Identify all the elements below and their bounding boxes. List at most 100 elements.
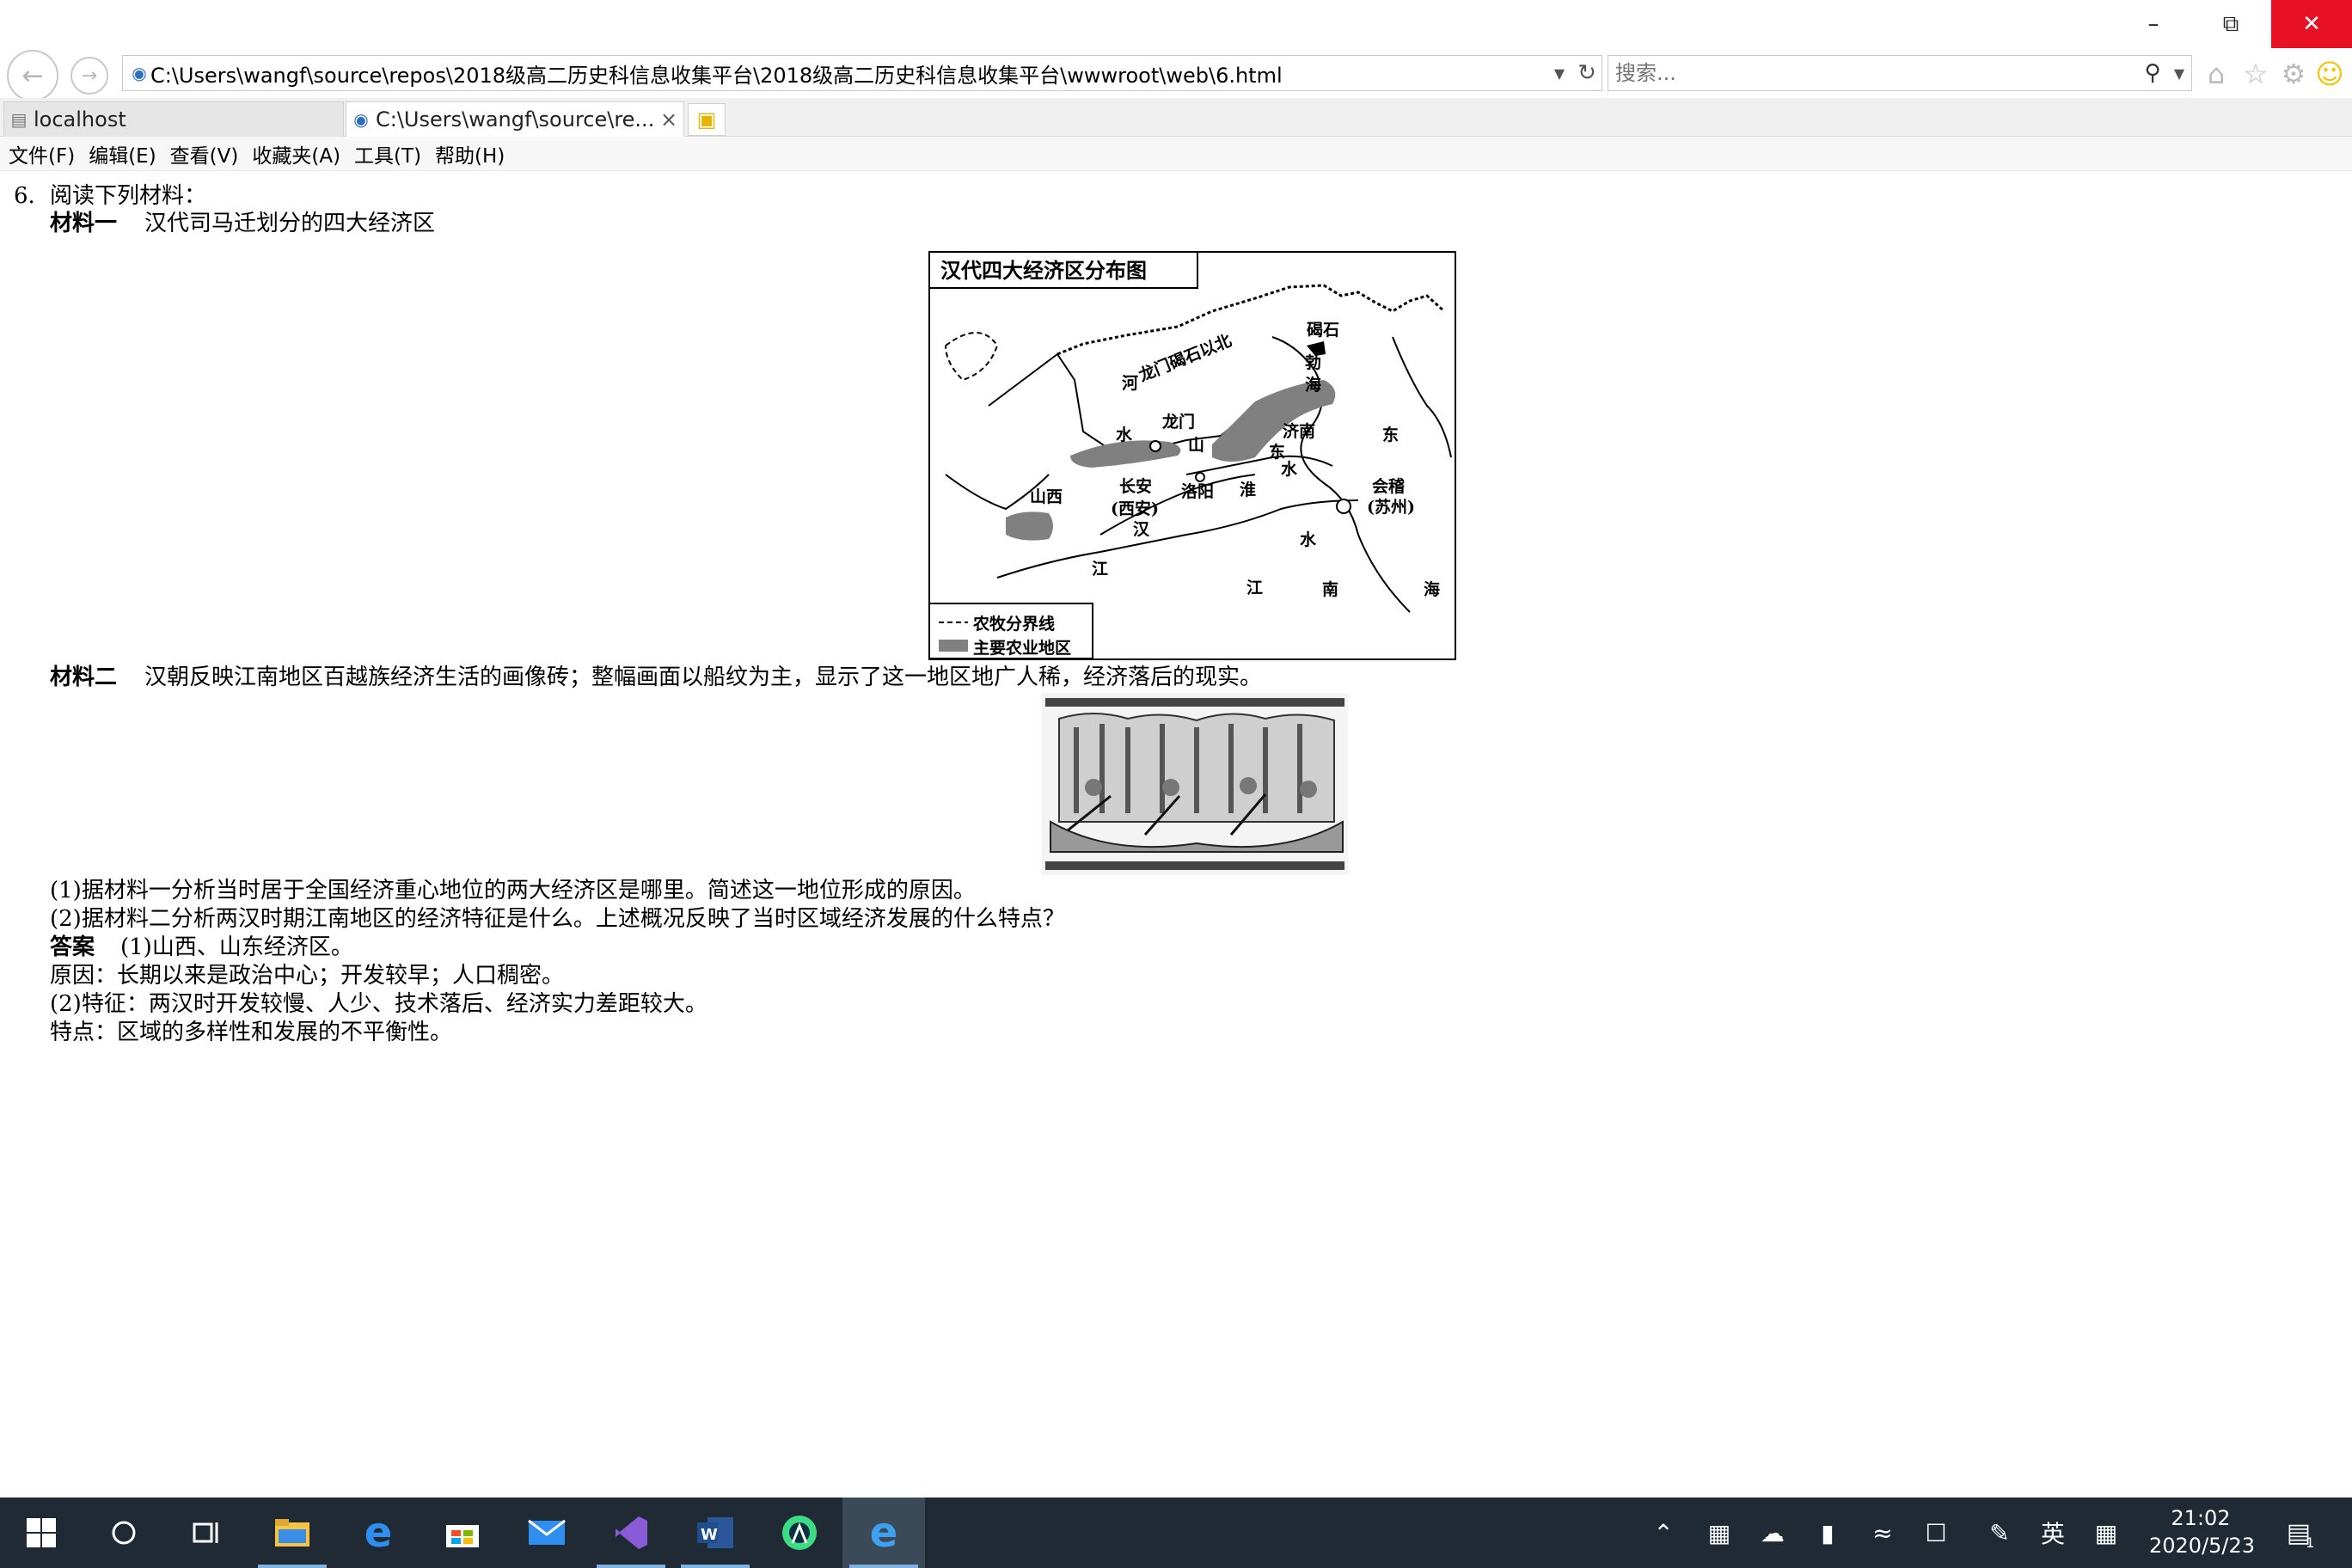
settings-gear-icon[interactable]: ⚙ [2276,57,2311,91]
map-label-luoyang: 洛阳 [1181,481,1214,501]
taskbar-visual-studio[interactable] [590,1498,672,1568]
question-intro: 阅读下列材料： [50,183,207,209]
visual-studio-icon [616,1516,647,1549]
map-label-dong2: 东 [1269,442,1285,462]
map-label-shanxi: 山西 [1030,487,1063,506]
clock-time: 21:02 [2171,1506,2231,1530]
map-label-he: 河 [1122,374,1138,393]
map-label-shan: 山 [1188,436,1204,455]
taskbar-internet-explorer[interactable]: e [842,1498,925,1568]
clock-date: 2020/5/23 [2149,1534,2256,1558]
menu-view[interactable]: 查看(V) [170,139,239,168]
answer-2: (2)特征：两汉时开发较慢、人少、技术落后、经济实力差距较大。 [50,991,707,1017]
tab-active[interactable]: ◉ C:\Users\wangf\source\re... × [346,101,684,137]
map-label-kuaiji: 会稽 [1372,476,1405,496]
map-label-han: 汉 [1133,520,1150,539]
back-button[interactable]: ← [7,50,58,101]
tray-app-icon[interactable]: ▦ [1697,1498,1742,1568]
address-dropdown-icon[interactable]: ▼ [1547,65,1572,82]
question-number: 6. [14,183,35,209]
address-text[interactable]: C:\Users\wangf\source\repos\2018级高二历史科信息… [150,58,1547,89]
tab-strip: ▤ localhost ◉ C:\Users\wangf\source\re..… [0,98,2352,137]
han-brick-relief-image [1042,693,1348,875]
cortana-button[interactable] [83,1498,165,1568]
close-button[interactable]: ✕ [2271,0,2352,48]
home-icon[interactable]: ⌂ [2199,57,2233,91]
battery-icon[interactable]: ▮ [1805,1498,1850,1568]
tab-label: C:\Users\wangf\source\re... [376,107,654,132]
map-label-jieshi: 碣石 [1307,321,1339,340]
running-indicator [258,1565,327,1568]
start-button[interactable] [0,1498,83,1568]
android-studio-icon [782,1516,817,1550]
mail-icon [528,1519,566,1545]
taskbar-store[interactable] [421,1498,504,1568]
search-input[interactable] [1608,60,2138,86]
favorites-star-icon[interactable]: ☆ [2239,57,2273,91]
map-label-shui3: 水 [1300,530,1317,549]
notification-count: 1 [2306,1534,2315,1551]
store-bag-icon [446,1525,479,1547]
onedrive-cloud-icon[interactable]: ☁ [1750,1498,1795,1568]
taskbar: e W e ⌃ ▦ ☁ ▮ ≈ ☐ ✎ 英 ▦ 21:02 2020/5/23 … [0,1498,2352,1568]
search-icon[interactable]: ⚲ [2138,60,2167,86]
minimize-button[interactable]: – [2115,0,2192,48]
ime-mode-icon[interactable]: ▦ [2082,1498,2130,1568]
running-indicator [597,1565,665,1568]
menu-edit[interactable]: 编辑(E) [89,139,156,168]
taskbar-file-explorer[interactable] [251,1498,334,1568]
navigation-bar: ← → ◉ C:\Users\wangf\source\repos\2018级高… [0,48,2352,101]
map-label-dong: 东 [1382,425,1399,444]
menu-tools[interactable]: 工具(T) [354,139,421,168]
menu-bar: 文件(F) 编辑(E) 查看(V) 收藏夹(A) 工具(T) 帮助(H) [0,137,2352,171]
map-label-suzhou: (苏州) [1367,497,1415,517]
cortana-circle-icon [112,1521,136,1545]
map-label-hai: 海 [1424,579,1440,599]
answer-reason: 原因：长期以来是政治中心；开发较早；人口稠密。 [50,963,565,989]
title-bar: – ⧉ ✕ [0,0,2352,48]
internet-explorer-icon: e [869,1509,898,1557]
word-icon: W [697,1517,733,1548]
pen-ink-icon[interactable]: ✎ [1975,1498,2024,1568]
close-tab-icon[interactable]: × [654,107,683,132]
menu-help[interactable]: 帮助(H) [435,139,505,168]
wifi-icon[interactable]: ≈ [1860,1498,1905,1568]
show-hidden-icons-chevron-icon[interactable]: ⌃ [1644,1498,1683,1568]
task-view-button[interactable] [165,1498,248,1568]
taskbar-word[interactable]: W [674,1498,756,1568]
new-tab-button[interactable]: ▣ [688,103,726,136]
refresh-icon[interactable]: ↻ [1572,60,1602,86]
map-label-xian: (西安) [1111,499,1159,518]
address-bar[interactable]: ◉ C:\Users\wangf\source\repos\2018级高二历史科… [122,55,1602,91]
menu-file[interactable]: 文件(F) [9,139,75,168]
taskbar-android-studio[interactable] [758,1498,841,1568]
search-box[interactable]: ⚲ ▼ [1608,55,2192,91]
map-label-shui: 水 [1116,426,1133,444]
map-title: 汉代四大经济区分布图 [940,258,1147,283]
map-label-hai-bohai: 海 [1305,375,1321,395]
map-label-bo: 勃 [1305,352,1321,372]
menu-favorites[interactable]: 收藏夹(A) [252,139,340,168]
answer-label: 答案 [50,934,95,960]
feedback-smiley-icon[interactable]: ☺ [2312,57,2347,91]
taskbar-edge[interactable]: e [337,1498,420,1568]
action-center-icon[interactable]: ▤ 1 [2276,1498,2324,1568]
taskbar-mail[interactable] [505,1498,588,1568]
search-dropdown-icon[interactable]: ▼ [2167,65,2191,82]
volume-muted-icon[interactable]: ☐ [1914,1498,1958,1568]
forward-button[interactable]: → [70,57,108,95]
legend-boundary-label: 农牧分界线 [972,614,1055,634]
running-indicator [681,1565,750,1568]
material-one-label: 材料一 [50,211,118,236]
map-label-nan: 南 [1322,580,1338,599]
tab-localhost[interactable]: ▤ localhost [3,101,344,137]
folder-icon [275,1519,309,1547]
sub-question-1: (1)据材料一分析当时居于全国经济重心地位的两大经济区是哪里。简述这一地位形成的… [50,878,976,903]
restore-button[interactable]: ⧉ [2192,0,2269,48]
map-label-huai: 淮 [1240,481,1256,499]
map-label-changan: 长安 [1119,476,1152,496]
legend-agri-label: 主要农业地区 [973,638,1071,658]
ime-language-indicator[interactable]: 英 [2030,1498,2075,1568]
page-icon: ◉ [132,63,147,83]
clock[interactable]: 21:02 2020/5/23 [2149,1504,2256,1559]
